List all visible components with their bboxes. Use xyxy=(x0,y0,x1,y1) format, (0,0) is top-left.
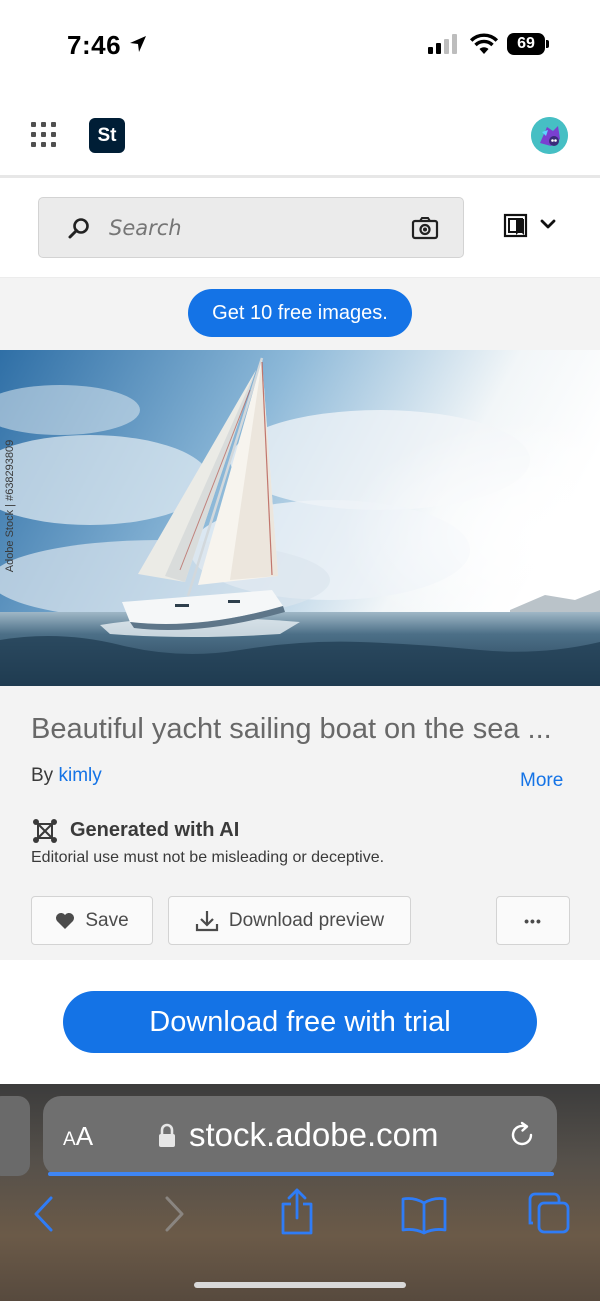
reload-icon[interactable] xyxy=(507,1120,537,1150)
home-indicator xyxy=(194,1282,406,1288)
editorial-note: Editorial use must not be misleading or … xyxy=(31,849,385,866)
tabs-icon[interactable] xyxy=(527,1191,571,1235)
search-icon xyxy=(68,218,89,239)
ellipsis-icon: ••• xyxy=(524,912,542,929)
status-bar: 7:46 69 xyxy=(0,0,600,90)
share-icon[interactable] xyxy=(279,1188,315,1236)
asset-title: Beautiful yacht sailing boat on the sea … xyxy=(31,713,552,745)
battery-cap xyxy=(546,40,549,48)
more-link[interactable]: More xyxy=(520,770,563,792)
aa-small: A xyxy=(63,1129,76,1150)
ai-label: Generated with AI xyxy=(70,819,240,841)
previous-tab-preview[interactable] xyxy=(0,1096,30,1176)
download-preview-label: Download preview xyxy=(228,909,385,931)
image-credit: Adobe Stock | #638293809 xyxy=(4,439,16,573)
lock-icon xyxy=(159,1123,175,1147)
asset-preview-image[interactable]: Adobe Stock | #638293809 xyxy=(0,350,600,686)
save-label: Save xyxy=(85,909,129,931)
cellular-signal-icon xyxy=(428,34,457,54)
avatar-icon[interactable] xyxy=(531,117,568,154)
address-bar[interactable]: AA stock.adobe.com xyxy=(43,1096,557,1176)
trial-area: Download free with trial xyxy=(0,960,600,1084)
by-prefix: By xyxy=(31,765,54,786)
ai-generated-icon xyxy=(33,819,57,843)
bookmarks-icon[interactable] xyxy=(400,1195,448,1235)
reader-settings-button[interactable]: AA xyxy=(63,1121,93,1152)
download-preview-button[interactable]: Download preview xyxy=(168,896,411,945)
download-icon xyxy=(195,910,218,931)
download-free-trial-button[interactable]: Download free with trial xyxy=(63,991,537,1053)
camera-icon[interactable] xyxy=(411,216,439,240)
apps-grid-icon[interactable] xyxy=(31,122,56,147)
search-box[interactable] xyxy=(38,197,464,258)
wifi-icon xyxy=(470,33,498,54)
more-options-button[interactable]: ••• xyxy=(496,896,570,945)
url-text[interactable]: stock.adobe.com xyxy=(189,1116,438,1154)
battery-icon: 69 xyxy=(507,33,545,55)
asset-info-panel: Beautiful yacht sailing boat on the sea … xyxy=(0,686,600,960)
forward-icon[interactable] xyxy=(162,1195,186,1233)
get-free-images-button[interactable]: Get 10 free images. xyxy=(188,289,412,337)
sailboat-image xyxy=(0,350,600,686)
adobe-stock-logo[interactable]: St xyxy=(89,118,125,153)
promo-area: Get 10 free images. xyxy=(0,278,600,350)
search-input[interactable] xyxy=(109,198,389,257)
save-button[interactable]: Save xyxy=(31,896,153,945)
page-load-progress xyxy=(48,1172,554,1176)
board-icon[interactable] xyxy=(503,213,529,239)
heart-icon xyxy=(56,912,75,929)
status-time: 7:46 xyxy=(67,30,122,60)
aa-big: A xyxy=(75,1121,94,1151)
location-arrow-icon xyxy=(130,36,146,52)
back-icon[interactable] xyxy=(32,1195,56,1233)
app-header: St xyxy=(0,90,600,178)
battery-level: 69 xyxy=(517,35,535,52)
author-line: By kimly xyxy=(31,765,102,787)
author-link[interactable]: kimly xyxy=(58,765,101,786)
chevron-down-icon[interactable] xyxy=(540,218,556,230)
